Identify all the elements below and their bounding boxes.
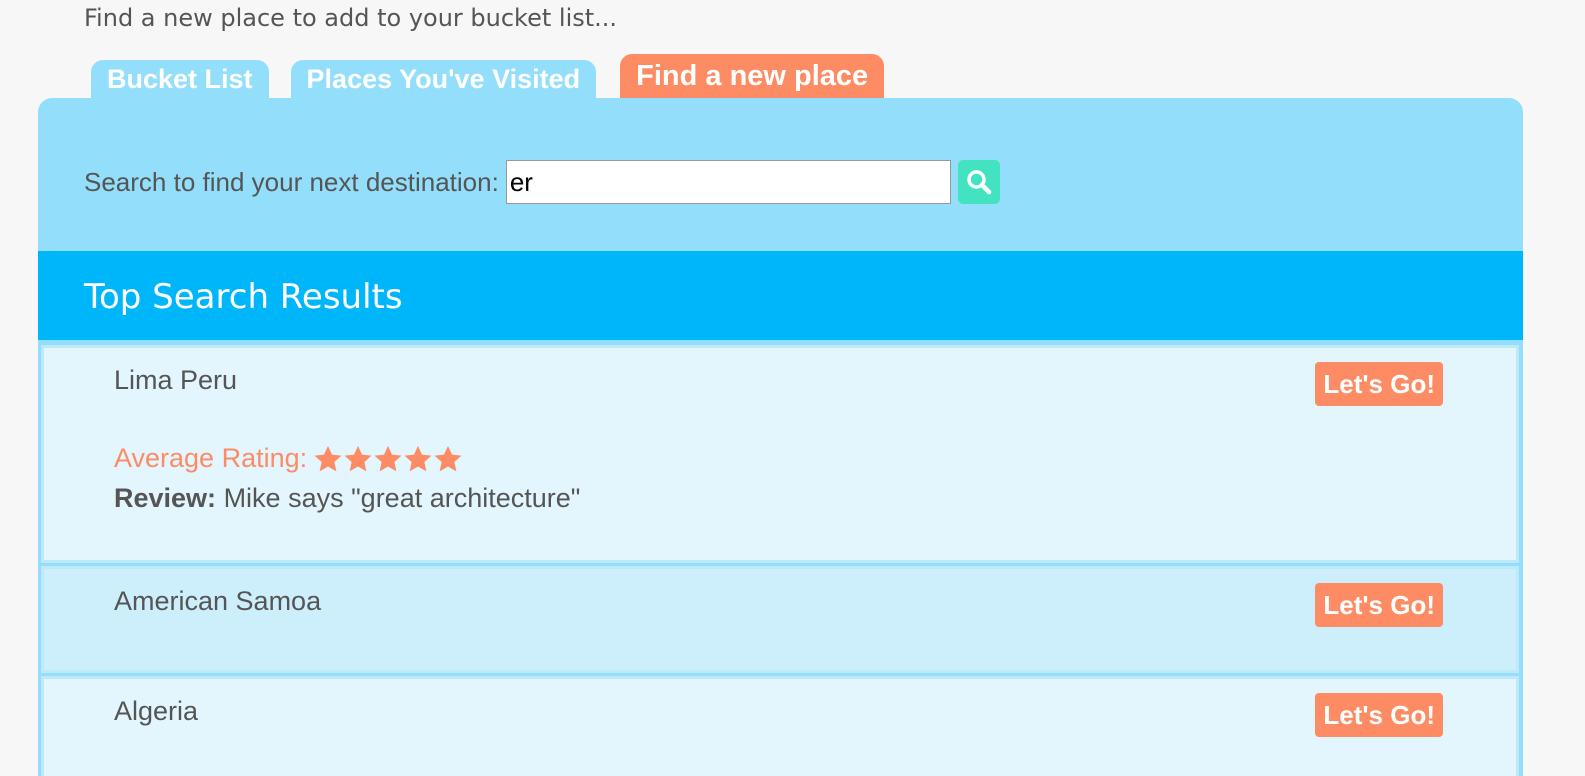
result-name: Lima Peru (114, 365, 238, 395)
average-rating: Average Rating: (114, 443, 463, 474)
main-panel: Search to find your next destination: To… (38, 98, 1523, 776)
page: Find a new place to add to your bucket l… (0, 0, 1585, 776)
search-input[interactable] (505, 160, 951, 204)
search-button[interactable] (957, 160, 1000, 204)
lets-go-button[interactable]: Let's Go! (1315, 693, 1443, 737)
star-icon (314, 445, 342, 471)
star-icon (404, 445, 432, 471)
tab-bucket-list[interactable]: Bucket List (91, 60, 269, 99)
star-icon (374, 445, 402, 471)
rating-label: Average Rating: (114, 443, 308, 473)
results-header: Top Search Results (38, 251, 1523, 340)
review: Review: Mike says "great architecture" (114, 483, 580, 514)
lets-go-button[interactable]: Let's Go! (1315, 583, 1443, 627)
tab-find-new-place[interactable]: Find a new place (620, 54, 885, 99)
tab-bar: Bucket List Places You've Visited Find a… (91, 54, 906, 99)
tab-places-visited[interactable]: Places You've Visited (290, 60, 597, 99)
review-label: Review: (114, 483, 217, 513)
lets-go-button[interactable]: Let's Go! (1315, 362, 1443, 406)
review-text: Mike says "great architecture" (223, 483, 581, 513)
star-icon (434, 445, 462, 471)
search-row: Search to find your next destination: (84, 160, 1000, 204)
result-item-lima-peru: Lima Peru Let's Go! Average Rating: Revi… (41, 345, 1519, 563)
result-name: American Samoa (114, 586, 322, 616)
result-item-algeria: Algeria Let's Go! (41, 676, 1519, 776)
result-name: Algeria (114, 696, 199, 726)
page-subtitle: Find a new place to add to your bucket l… (84, 4, 618, 32)
star-icon (344, 445, 372, 471)
results-title: Top Search Results (84, 277, 403, 317)
result-item-american-samoa: American Samoa Let's Go! (41, 566, 1519, 673)
results-list: Lima Peru Let's Go! Average Rating: Revi… (38, 342, 1523, 776)
star-rating (313, 444, 463, 474)
search-label: Search to find your next destination: (84, 166, 499, 197)
search-icon (967, 170, 992, 195)
